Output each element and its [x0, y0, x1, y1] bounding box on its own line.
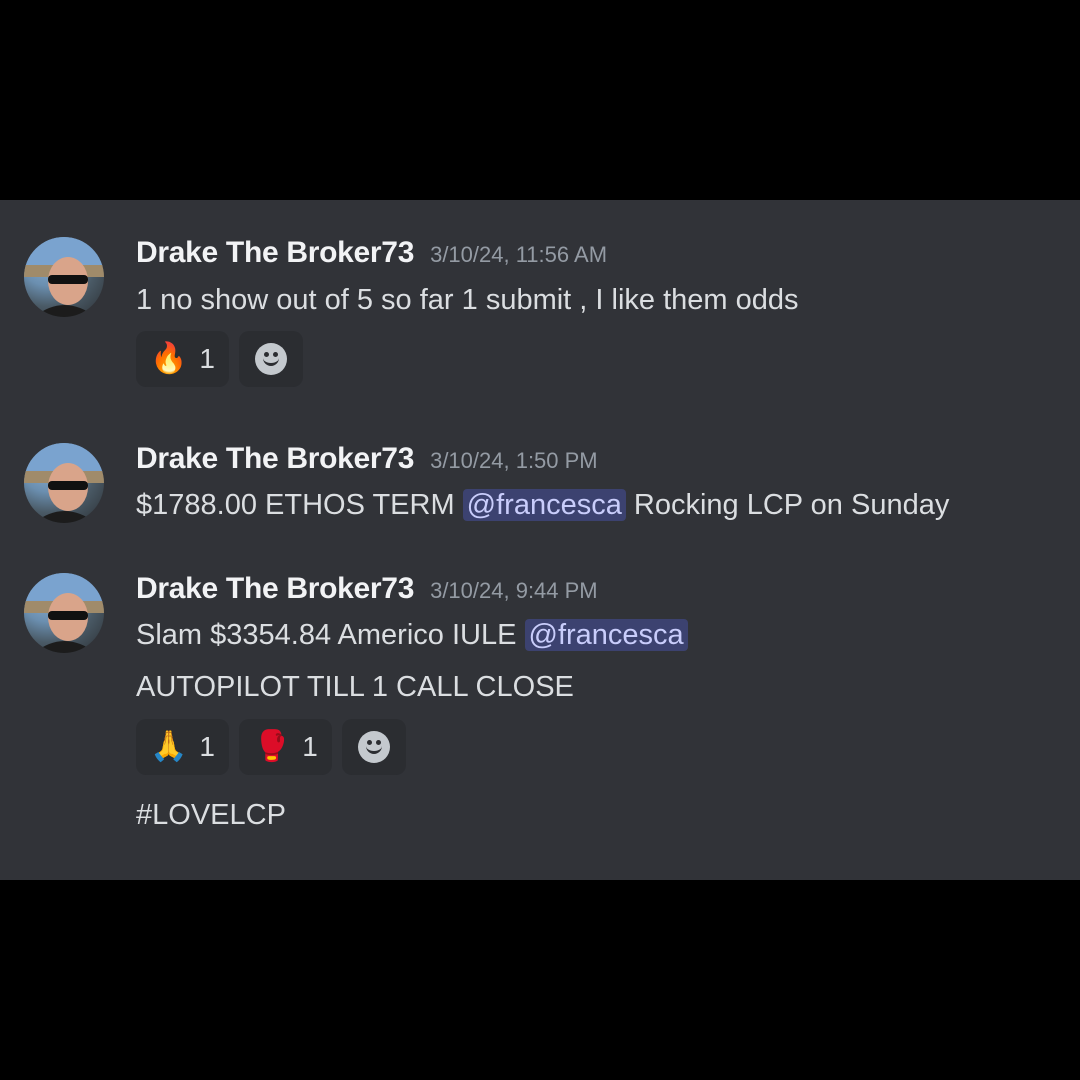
message-header: Drake The Broker73 3/10/24, 11:56 AM — [136, 236, 607, 276]
add-reaction-button[interactable] — [238, 331, 303, 387]
reaction-folded-hands[interactable]: 🙏 1 — [136, 719, 229, 775]
fire-emoji-icon: 🔥 — [150, 342, 188, 375]
folded-hands-emoji-icon: 🙏 — [150, 730, 188, 763]
username[interactable]: Drake The Broker73 — [136, 236, 414, 270]
username[interactable]: Drake The Broker73 — [136, 442, 414, 476]
avatar[interactable] — [24, 237, 104, 317]
message-text-before: Slam $3354.84 Americo IULE — [136, 619, 517, 651]
timestamp: 3/10/24, 1:50 PM — [430, 448, 598, 473]
user-mention[interactable]: @francesca — [462, 489, 626, 521]
smile-icon — [357, 731, 390, 763]
message-text: 1 no show out of 5 so far 1 submit , I l… — [136, 284, 799, 316]
avatar-photo-icon — [24, 237, 104, 317]
chat-panel: Drake The Broker73 3/10/24, 11:56 AM 1 n… — [0, 200, 1080, 880]
message-text-line-3: #LOVELCP — [136, 799, 286, 831]
message-text-line-2: AUTOPILOT TILL 1 CALL CLOSE — [136, 671, 574, 703]
avatar-photo-icon — [24, 443, 104, 523]
reaction-count: 1 — [199, 731, 215, 762]
user-mention[interactable]: @francesca — [524, 619, 688, 651]
reaction-bar: 🙏 1 🥊 1 — [136, 719, 406, 775]
message-text-after: Rocking LCP on Sunday — [633, 489, 950, 521]
boxing-glove-emoji-icon: 🥊 — [252, 730, 291, 763]
add-reaction-button[interactable] — [341, 719, 406, 775]
reaction-fire[interactable]: 🔥 1 — [136, 331, 229, 387]
message-header: Drake The Broker73 3/10/24, 1:50 PM — [136, 442, 598, 482]
reaction-count: 1 — [302, 731, 318, 762]
message-text: $1788.00 ETHOS TERM @francesca Rocking L… — [136, 485, 949, 525]
avatar-photo-icon — [24, 573, 104, 653]
smile-icon — [254, 343, 287, 375]
avatar[interactable] — [24, 573, 104, 653]
reaction-bar: 🔥 1 — [136, 331, 303, 387]
username[interactable]: Drake The Broker73 — [136, 572, 414, 606]
avatar[interactable] — [24, 443, 104, 523]
message-header: Drake The Broker73 3/10/24, 9:44 PM — [136, 572, 598, 612]
reaction-count: 1 — [199, 343, 215, 374]
timestamp: 3/10/24, 9:44 PM — [430, 578, 598, 603]
message-text: Slam $3354.84 Americo IULE @francesca — [136, 615, 688, 655]
message-text-before: $1788.00 ETHOS TERM — [136, 489, 455, 521]
timestamp: 3/10/24, 11:56 AM — [430, 242, 608, 267]
reaction-boxing-glove[interactable]: 🥊 1 — [238, 719, 332, 775]
